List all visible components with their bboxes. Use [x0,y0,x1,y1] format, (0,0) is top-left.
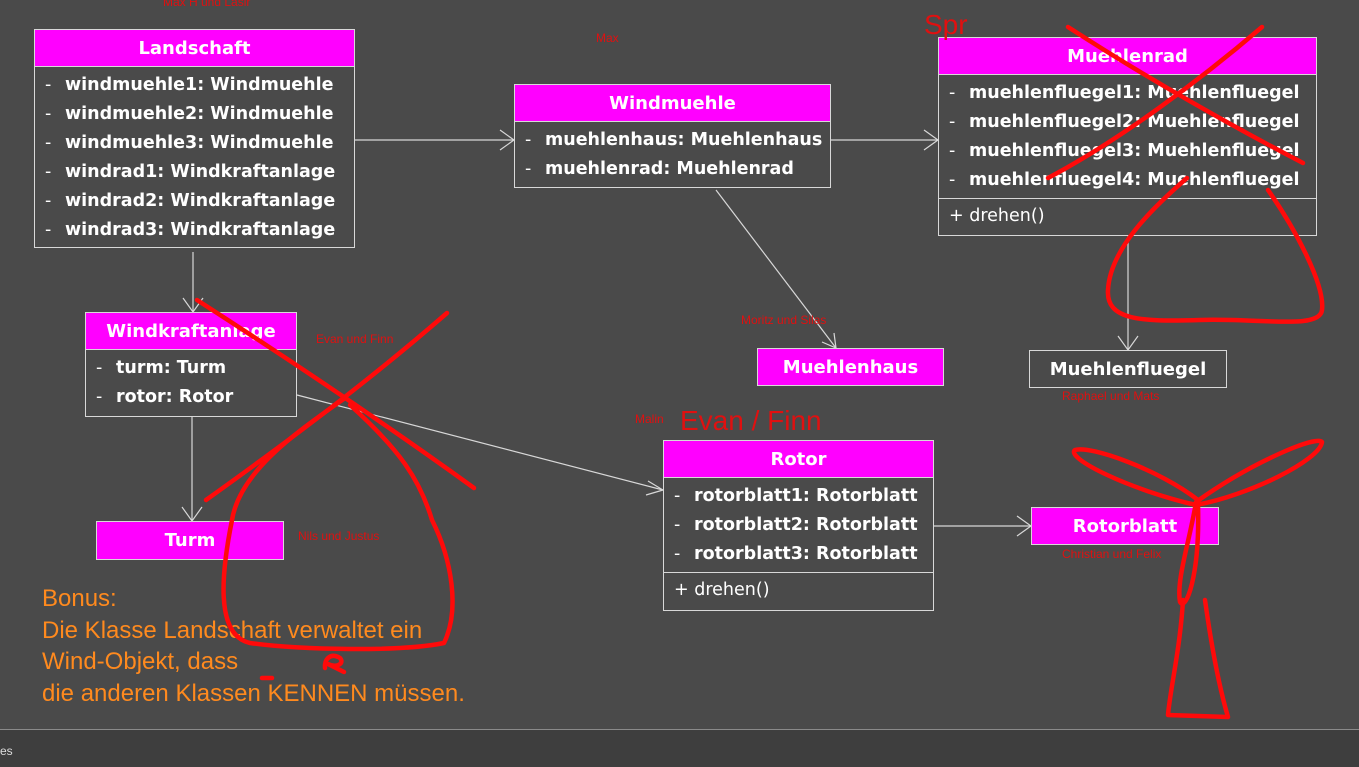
attribute-row: - muehlenrad: Muehlenrad [525,159,794,179]
class-turm[interactable]: Turm [96,521,284,560]
attribute-row: - turm: Turm [96,358,227,378]
method-drehen: + drehen() [939,198,1316,233]
note-muehlenfluegel-authors: Raphael und Mats [1062,389,1160,403]
class-title-rotorblatt: Rotorblatt [1032,508,1218,544]
class-landschaft[interactable]: Landschaft - windmuehle1: Windmuehle - win… [34,29,355,248]
class-rotor[interactable]: Rotor - rotorblatt1: Rotorblatt - rotorbla… [663,440,934,611]
attributes-windmuehle: - muehlenhaus: Muehlenhaus - muehlenrad: M… [515,122,830,187]
note-muehlenhaus-authors: Moritz und Silas [741,313,827,327]
attribute-row: - muehlenfluegel4: Muehlenfluegel [949,170,1300,190]
attribute-row: - windrad3: Windkraftanlage [45,220,336,240]
bonus-text: Bonus: Die Klasse Landschaft verwaltet e… [42,583,465,709]
attributes-windkraftanlage: - turm: Turm - rotor: Rotor [86,350,296,415]
note-landschaft-authors: Max H und Lasir [163,0,251,9]
arrow-windkraftanlage-rotor [296,394,664,491]
class-title-turm: Turm [97,522,283,559]
attribute-row: - windmuehle2: Windmuehle [45,104,334,124]
status-bar: es [0,729,1359,767]
note-turm-authors: Nils und Justus [298,529,380,543]
attribute-row: - windmuehle1: Windmuehle [45,75,334,95]
class-title-windmuehle: Windmuehle [515,85,830,122]
attribute-row: - rotorblatt3: Rotorblatt [674,544,918,564]
class-title-muehlenhaus: Muehlenhaus [758,349,943,385]
note-windkraftanlage-authors: Evan und Finn [316,332,394,346]
bonus-heading: Bonus: [42,585,117,612]
attributes-landschaft: - windmuehle1: Windmuehle - windmuehle2: W… [35,67,354,248]
note-windmuehle-authors: Max [596,31,619,45]
note-rotor-small: Malin [635,412,664,426]
attributes-muehlenrad: - muehlenfluegel1: Muehlenfluegel - muehle… [939,75,1316,198]
class-windkraftanlage[interactable]: Windkraftanlage - turm: Turm - rotor: Roto… [85,312,297,417]
note-rotorblatt-authors: Christian und Felix [1062,547,1162,561]
attribute-row: - muehlenfluegel3: Muehlenfluegel [949,141,1300,161]
class-title-muehlenfluegel: Muehlenfluegel [1030,351,1226,387]
class-title-muehlenrad: Muehlenrad [939,38,1316,75]
class-muehlenrad[interactable]: Muehlenrad - muehlenfluegel1: Muehlenflue… [938,37,1317,236]
class-title-rotor: Rotor [664,441,933,478]
attributes-rotor: - rotorblatt1: Rotorblatt - rotorblatt2: R… [664,478,933,572]
attribute-row: - muehlenfluegel1: Muehlenfluegel [949,83,1300,103]
class-muehlenhaus[interactable]: Muehlenhaus [757,348,944,386]
attribute-row: - muehlenfluegel2: Muehlenfluegel [949,112,1300,132]
class-windmuehle[interactable]: Windmuehle - muehlenhaus: Muehlenhaus - mu… [514,84,831,188]
class-title-landschaft: Landschaft [35,30,354,67]
attribute-row: - windrad1: Windkraftanlage [45,162,336,182]
class-title-windkraftanlage: Windkraftanlage [86,313,296,350]
attribute-row: - muehlenhaus: Muehlenhaus [525,130,823,150]
attribute-row: - windmuehle3: Windmuehle [45,133,334,153]
attribute-row: - rotor: Rotor [96,387,234,407]
class-rotorblatt[interactable]: Rotorblatt [1031,507,1219,545]
attribute-row: - rotorblatt1: Rotorblatt [674,486,918,506]
note-spr: Spr [924,9,968,40]
bonus-line: Die Klasse Landschaft verwaltet ein [42,616,423,644]
bonus-line: die anderen Klassen KENNEN müssen. [42,679,465,707]
class-muehlenfluegel[interactable]: Muehlenfluegel [1029,350,1227,388]
method-drehen: + drehen() [664,572,933,607]
bonus-line: Wind-Objekt, dass [42,648,239,675]
status-tab[interactable]: es [0,744,13,758]
attribute-row: - rotorblatt2: Rotorblatt [674,515,918,535]
note-rotor-authors: Evan / Finn [680,405,822,436]
attribute-row: - windrad2: Windkraftanlage [45,191,336,211]
